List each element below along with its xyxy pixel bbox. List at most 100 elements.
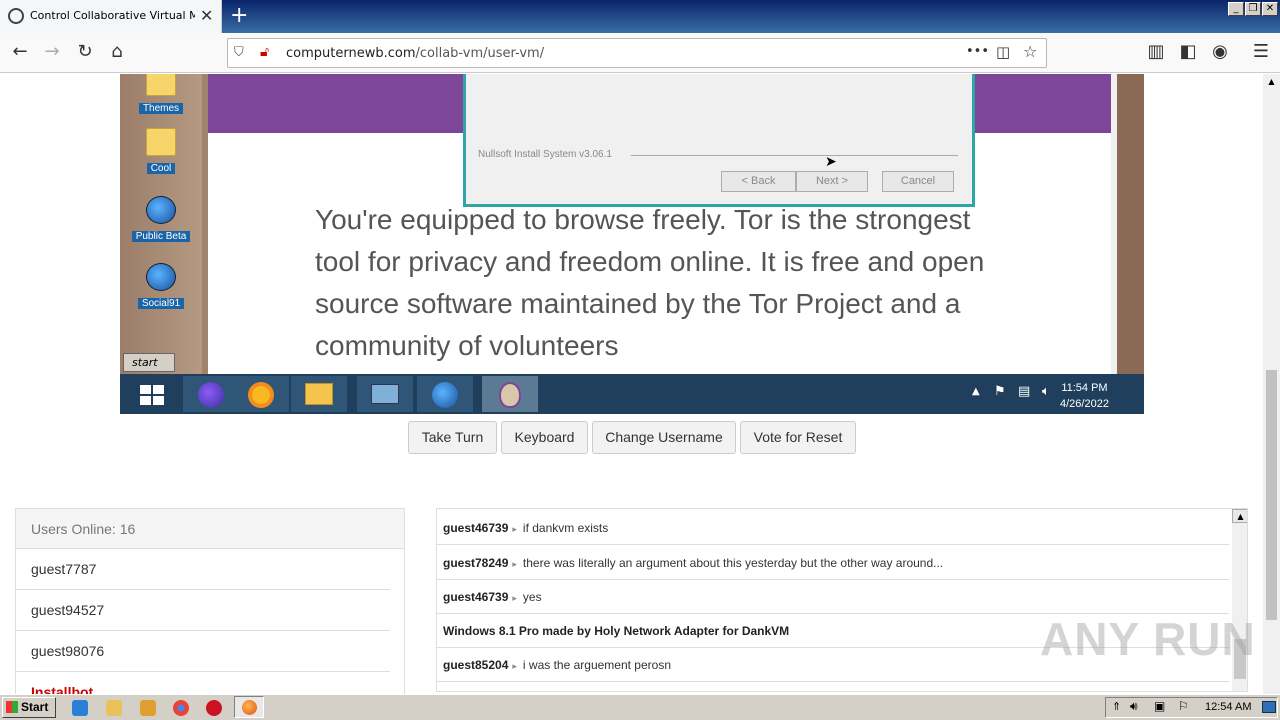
chat-separator-icon: ▸ (512, 524, 517, 534)
installer-divider (631, 155, 958, 156)
installer-next-button[interactable]: Next > (796, 171, 868, 192)
close-window-button[interactable]: ✕ (1262, 2, 1278, 16)
tray-network-icon[interactable]: ▤ (1018, 384, 1030, 399)
tray-network-icon[interactable]: ▣ (1154, 699, 1165, 713)
page-actions-icon[interactable]: ••• (966, 44, 989, 59)
tor-browser-taskbar-icon[interactable] (482, 376, 538, 412)
chat-username: guest46739 (443, 521, 509, 535)
chat-text: there was literally an argument about th… (522, 556, 944, 570)
vm-start-button[interactable]: start (123, 353, 175, 372)
vm-clock-date: 4/26/2022 (1060, 398, 1109, 410)
vm-screen[interactable]: Themes Cool Public Beta Social91 start Y… (120, 74, 1144, 414)
bookmark-star-icon[interactable]: ☆ (1023, 42, 1037, 61)
folder-icon (146, 74, 176, 96)
close-tab-icon[interactable]: ✕ (200, 6, 213, 25)
shield-icon[interactable]: ⛉ (234, 45, 244, 60)
anyrun-watermark: ANY RUN (1040, 613, 1256, 665)
home-icon[interactable]: ⌂ (105, 41, 129, 62)
user-list-item[interactable]: guest94527 (16, 590, 390, 631)
chat-message: guest46739 ▸ if dankvm exists (437, 511, 1229, 545)
vote-reset-button[interactable]: Vote for Reset (740, 421, 856, 454)
installer-cancel-button[interactable]: Cancel (882, 171, 954, 192)
host-system-tray: ⇑ 🔊︎ ▣ ⚐ (1105, 697, 1278, 718)
desktop-icon-label: Cool (146, 163, 176, 174)
vm-clock-time: 11:54 PM (1061, 382, 1108, 394)
restore-button[interactable]: ❐ (1245, 2, 1261, 16)
menu-icon[interactable]: ☰ (1249, 41, 1273, 62)
vm-taskbar: ▲ ⚑ ▤ 🔈︎ 11:54 PM 4/26/2022 (120, 374, 1144, 414)
globe-icon (146, 263, 176, 291)
vm-page-edge (1111, 74, 1144, 374)
firefox-taskbar-icon[interactable] (183, 376, 239, 412)
user-list-item[interactable]: guest7787 (16, 549, 390, 590)
tab-title: Control Collaborative Virtual Machi (30, 9, 195, 22)
sidebar-icon[interactable]: ◧ (1176, 41, 1200, 62)
windows-flag-icon (6, 701, 18, 713)
chat-message: guest46739 ▸ yes (437, 580, 1229, 614)
page-scrollbar[interactable]: ▲ (1263, 74, 1280, 694)
file-explorer-taskbar-icon[interactable] (291, 376, 347, 412)
chat-username: guest78249 (443, 556, 509, 570)
installer-dialog: Nullsoft Install System v3.06.1 < Back N… (463, 74, 975, 207)
url-path: /collab-vm/user-vm/ (415, 46, 545, 61)
take-turn-button[interactable]: Take Turn (408, 421, 497, 454)
chat-username: guest85204 (443, 658, 509, 672)
library-icon[interactable]: ▥ (1144, 41, 1168, 62)
chat-text: i was the arguement perosn (522, 658, 671, 672)
site-favicon-icon (8, 8, 24, 24)
chat-system-text: Windows 8.1 Pro made by Holy Network Ada… (443, 624, 790, 638)
back-icon[interactable]: ← (8, 41, 32, 62)
ie-icon[interactable] (72, 700, 88, 716)
tray-up-icon[interactable]: ⇑ (1112, 700, 1121, 713)
installer-taskbar-icon[interactable] (417, 376, 473, 412)
tray-flag-icon[interactable]: ⚐ (1178, 699, 1189, 713)
url-bar[interactable]: ⛉ 🔓︎ computernewb.com/collab-vm/user-vm/… (227, 38, 1047, 68)
user-list-item[interactable]: guest98076 (16, 631, 390, 672)
tray-expand-icon[interactable]: ▲ (972, 386, 980, 397)
new-tab-button[interactable]: + (230, 3, 248, 28)
host-start-button[interactable]: Start (2, 697, 56, 718)
url-host: computernewb.com (286, 46, 416, 61)
browser-tab[interactable]: Control Collaborative Virtual Machi ✕ (0, 0, 222, 33)
url-text: computernewb.com/collab-vm/user-vm/ (286, 46, 544, 61)
chat-username: guest46739 (443, 590, 509, 604)
minimize-button[interactable]: _ (1228, 2, 1244, 16)
keyboard-button[interactable]: Keyboard (501, 421, 588, 454)
desktop-icon-cool[interactable]: Cool (120, 128, 202, 175)
users-online-header: Users Online: 16 (16, 509, 404, 549)
desktop-icon-themes[interactable]: Themes (120, 74, 202, 115)
desktop-icon-label: Public Beta (131, 231, 191, 242)
media-player-icon[interactable] (140, 700, 156, 716)
opera-icon[interactable] (206, 700, 222, 716)
explorer-icon[interactable] (106, 700, 122, 716)
desktop-icon-label: Themes (138, 103, 184, 114)
chat-separator-icon: ▸ (512, 559, 517, 569)
show-desktop-icon[interactable] (1262, 701, 1276, 713)
users-online-panel: Users Online: 16 guest7787 guest94527 gu… (15, 508, 405, 698)
window-taskbar-icon[interactable] (357, 376, 413, 412)
pocket-icon[interactable]: ◫ (996, 43, 1010, 61)
account-icon[interactable]: ◉ (1208, 41, 1232, 62)
chat-message: guest78249 ▸ there was literally an argume… (437, 546, 1229, 580)
tor-welcome-text: You're equipped to browse freely. Tor is… (315, 204, 985, 361)
desktop-icon-public-beta[interactable]: Public Beta (120, 196, 202, 243)
tray-flag-icon[interactable]: ⚑ (994, 384, 1006, 399)
chat-separator-icon: ▸ (512, 661, 517, 671)
reload-icon[interactable]: ↻ (73, 41, 97, 62)
chrome-icon[interactable] (173, 700, 189, 716)
globe-icon (146, 196, 176, 224)
host-clock: 12:54 AM (1205, 701, 1252, 713)
host-start-label: Start (21, 700, 49, 714)
change-username-button[interactable]: Change Username (592, 421, 736, 454)
insecure-lock-icon[interactable]: 🔓︎ (260, 44, 269, 60)
desktop-icon-label: Social91 (137, 298, 185, 309)
firefox-task-button[interactable] (234, 696, 264, 718)
windows-logo-icon[interactable] (124, 376, 180, 412)
forward-icon[interactable]: → (40, 41, 64, 62)
tray-volume-icon[interactable]: 🔈︎ (1042, 384, 1050, 399)
tray-speaker-icon[interactable]: 🔊︎ (1130, 699, 1138, 714)
host-taskbar: Start ⇑ 🔊︎ ▣ ⚐ 12:54 AM (0, 694, 1280, 720)
installer-back-button[interactable]: < Back (721, 171, 796, 192)
chrome-taskbar-icon[interactable] (233, 376, 289, 412)
desktop-icon-social91[interactable]: Social91 (120, 263, 202, 310)
